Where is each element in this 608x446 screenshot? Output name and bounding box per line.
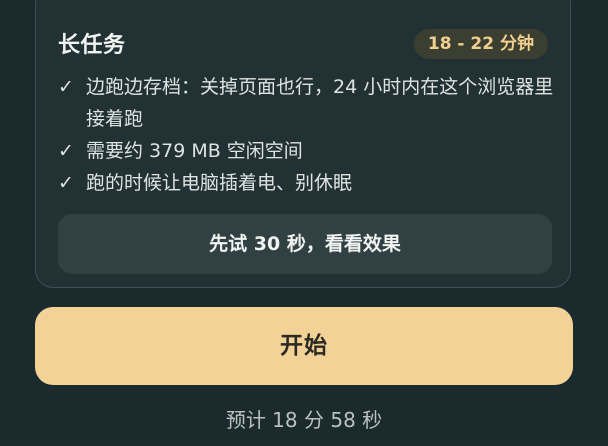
check-icon: ✓ bbox=[58, 172, 74, 194]
checklist-item-text: 需要约 379 MB 空闲空间 bbox=[86, 140, 303, 162]
checklist-item-text: 跑的时候让电脑插着电、别休眠 bbox=[86, 172, 353, 194]
estimated-time-text: 预计 18 分 58 秒 bbox=[225, 408, 383, 432]
card-title: 长任务 bbox=[58, 33, 126, 58]
check-icon: ✓ bbox=[58, 76, 74, 98]
duration-badge: 18 - 22 分钟 bbox=[413, 29, 548, 59]
long-task-panel: 长任务 18 - 22 分钟 ✓ 边跑边存档：关掉页面也行，24 小时内在这个浏… bbox=[0, 0, 608, 446]
start-button[interactable]: 开始 bbox=[35, 307, 573, 385]
checklist-item-text: 边跑边存档：关掉页面也行，24 小时内在这个浏览器里接着跑 bbox=[86, 76, 554, 130]
checklist-item-power: ✓ 跑的时候让电脑插着电、别休眠 bbox=[58, 167, 554, 199]
requirements-checklist: ✓ 边跑边存档：关掉页面也行，24 小时内在这个浏览器里接着跑 ✓ 需要约 37… bbox=[58, 71, 554, 199]
checklist-item-autosave: ✓ 边跑边存档：关掉页面也行，24 小时内在这个浏览器里接着跑 bbox=[58, 71, 554, 135]
checklist-item-storage: ✓ 需要约 379 MB 空闲空间 bbox=[58, 135, 554, 167]
long-task-card: 长任务 18 - 22 分钟 ✓ 边跑边存档：关掉页面也行，24 小时内在这个浏… bbox=[35, 0, 571, 288]
try-30-seconds-button[interactable]: 先试 30 秒，看看效果 bbox=[58, 214, 552, 274]
check-icon: ✓ bbox=[58, 140, 74, 162]
